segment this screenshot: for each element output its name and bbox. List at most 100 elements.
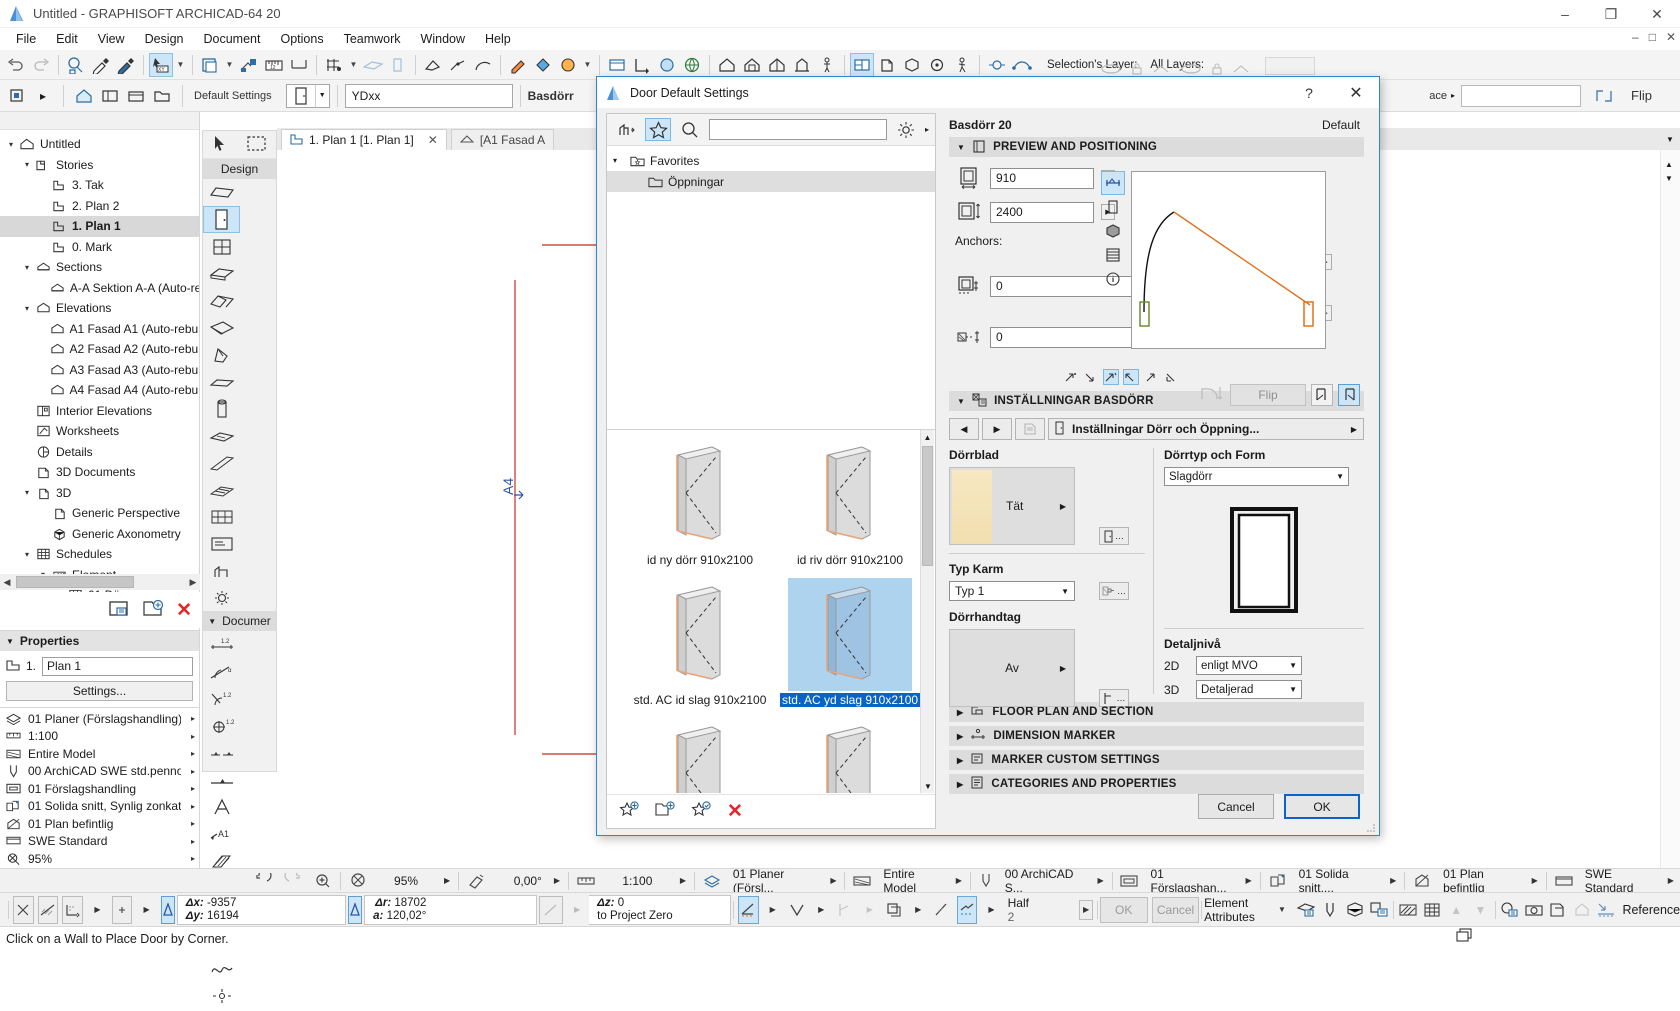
thumbnails-scrollbar[interactable]: ▲ ▼ bbox=[920, 430, 934, 793]
favorites-twisty-icon[interactable]: ▾ bbox=[613, 156, 625, 165]
menu-help[interactable]: Help bbox=[475, 30, 521, 48]
sb-mvo-caret-icon[interactable]: ▶ bbox=[1240, 870, 1258, 892]
angle-bisector-caret-icon[interactable]: ▶ bbox=[811, 896, 831, 924]
axonometry-icon[interactable] bbox=[900, 53, 924, 77]
house-front-icon[interactable] bbox=[715, 53, 739, 77]
doc-minimize-icon[interactable]: – bbox=[1632, 30, 1639, 44]
sb-zoom-in[interactable] bbox=[308, 870, 338, 892]
preview-tab-info-icon[interactable] bbox=[1101, 267, 1125, 291]
nav-tree-item[interactable]: Generic Axonometry bbox=[0, 524, 199, 545]
text-tool-icon[interactable] bbox=[203, 793, 240, 820]
tree-twisty-icon[interactable]: ▾ bbox=[20, 550, 34, 559]
nav-tree-item[interactable]: Generic Perspective bbox=[0, 503, 199, 524]
sb-layer-caret-icon[interactable]: ▶ bbox=[824, 870, 842, 892]
dialog-cancel-button[interactable]: Cancel bbox=[1198, 794, 1274, 819]
mesh-tool-icon[interactable] bbox=[203, 422, 240, 449]
doc-restore-icon[interactable]: □ bbox=[1649, 30, 1656, 44]
wall-tool-icon[interactable] bbox=[203, 179, 240, 206]
mirror-option-6-icon[interactable] bbox=[1163, 369, 1179, 385]
tree-twisty-icon[interactable]: ▾ bbox=[20, 160, 34, 169]
dialog-help-icon[interactable]: ? bbox=[1297, 82, 1321, 104]
3d-view-icon[interactable] bbox=[875, 53, 899, 77]
infobox-expand-icon[interactable]: ▸ bbox=[30, 84, 56, 108]
shell-tool-icon[interactable] bbox=[203, 314, 240, 341]
home-story-status-icon[interactable] bbox=[1572, 896, 1592, 924]
nav-tree-item[interactable]: ▾ Elevations bbox=[0, 298, 199, 319]
dz-value[interactable]: 0 bbox=[618, 897, 624, 909]
property-caret-icon[interactable]: ▸ bbox=[187, 837, 199, 846]
syringe-icon[interactable] bbox=[114, 53, 138, 77]
up-one-story-icon[interactable]: ▲ bbox=[1446, 896, 1466, 924]
dr-value[interactable]: 18702 bbox=[394, 897, 426, 909]
door-width-input[interactable]: 910 bbox=[990, 167, 1094, 189]
nav-scroll-left-icon[interactable]: ◀ bbox=[0, 577, 14, 588]
detaljniva-3d-select[interactable]: Detaljerad ▼ bbox=[1196, 680, 1302, 699]
infobar-value-field[interactable] bbox=[1461, 84, 1582, 107]
dorrblad-more-button[interactable]: … bbox=[1099, 527, 1129, 545]
fill-icon[interactable] bbox=[421, 53, 445, 77]
line-tool-icon[interactable] bbox=[446, 53, 470, 77]
nav-tree-item[interactable]: Interior Elevations bbox=[0, 401, 199, 422]
snap-point-caret-icon[interactable]: ▶ bbox=[87, 896, 107, 924]
undo-icon[interactable] bbox=[4, 53, 28, 77]
dialog-close-icon[interactable]: ✕ bbox=[1341, 82, 1371, 104]
redefine-favorite-icon[interactable] bbox=[691, 800, 711, 823]
nav-tree-item[interactable]: 2. Plan 2 bbox=[0, 196, 199, 217]
favorite-thumbnail[interactable] bbox=[775, 718, 925, 793]
favorite-thumbnail[interactable]: std. AC yd slag 910x2100 bbox=[775, 578, 925, 718]
sb-zoom-value[interactable]: 95% bbox=[374, 870, 438, 892]
building-materials-icon[interactable] bbox=[1296, 896, 1316, 924]
open-view-icon[interactable] bbox=[605, 53, 629, 77]
preview-tab-3d-icon[interactable] bbox=[1101, 219, 1125, 243]
reference-label[interactable]: Reference bbox=[1622, 903, 1680, 917]
element-id-input[interactable]: YDxx bbox=[344, 83, 513, 108]
sb-angle-value[interactable]: 0,00° bbox=[491, 870, 548, 892]
preview-twisty-icon[interactable]: ▼ bbox=[957, 143, 965, 152]
typkarm-more-button[interactable]: … bbox=[1099, 582, 1129, 600]
section-dimension-header[interactable]: ▶ DIMENSION MARKER bbox=[949, 726, 1364, 746]
offset-icon[interactable] bbox=[884, 896, 904, 924]
coordinate-z-box[interactable]: Δz: 0 to Project Zero bbox=[589, 894, 732, 925]
sb-zoom-caret-icon[interactable]: ▶ bbox=[438, 870, 456, 892]
flip-button[interactable]: Flip bbox=[1230, 383, 1306, 406]
magic-wand-icon[interactable] bbox=[932, 896, 952, 924]
minimize-button[interactable]: – bbox=[1542, 0, 1588, 28]
detaljniva-2d-select[interactable]: enligt MVO ▼ bbox=[1196, 656, 1302, 675]
nav-tree-item[interactable]: A1 Fasad A1 (Auto-rebuild bbox=[0, 319, 199, 340]
window-tool-icon[interactable] bbox=[203, 233, 240, 260]
sb-orientation-icon[interactable] bbox=[461, 870, 491, 892]
grouping-dropdown-icon[interactable]: ▼ bbox=[223, 53, 236, 77]
perspective-icon[interactable] bbox=[925, 53, 949, 77]
object-browser-icon[interactable] bbox=[613, 118, 639, 141]
snap-special-icon[interactable] bbox=[111, 895, 133, 924]
nav-tree-item[interactable]: 1. Plan 1 bbox=[0, 216, 199, 237]
align-icon[interactable] bbox=[237, 53, 261, 77]
sb-zoom-out[interactable] bbox=[248, 870, 278, 892]
door-tool-icon[interactable] bbox=[203, 206, 240, 233]
nav-tree-item[interactable]: 3D Documents bbox=[0, 462, 199, 483]
tracker-ok-button[interactable]: OK bbox=[1099, 896, 1148, 923]
preview-tab-list-icon[interactable] bbox=[1101, 243, 1125, 267]
favorite-thumbnail[interactable]: id ny dörr 910x2100 bbox=[625, 438, 775, 578]
property-caret-icon[interactable]: ▸ bbox=[187, 714, 199, 723]
wireframe-icon[interactable] bbox=[1152, 62, 1170, 76]
folder-icon[interactable] bbox=[149, 84, 175, 108]
elevation-person-icon[interactable] bbox=[815, 53, 839, 77]
door-height-input[interactable]: 2400 bbox=[990, 201, 1094, 223]
navigator-hscrollbar[interactable]: ◀ ▶ bbox=[0, 574, 200, 590]
organizer-icon[interactable] bbox=[123, 84, 149, 108]
new-folder-icon[interactable] bbox=[655, 800, 675, 823]
paint-bucket-icon[interactable] bbox=[531, 53, 555, 77]
property-row[interactable]: 95% ▸ bbox=[0, 850, 199, 868]
relative-construction-icon[interactable] bbox=[737, 895, 759, 924]
level-marker-icon[interactable] bbox=[203, 766, 240, 793]
sb-graphic-caret-icon[interactable]: ▶ bbox=[1384, 870, 1402, 892]
property-row[interactable]: Entire Model ▸ bbox=[0, 745, 199, 763]
dorrhandtag-swatch[interactable]: Av ▶ bbox=[949, 629, 1075, 707]
zone-tool-icon[interactable] bbox=[203, 530, 240, 557]
globe-icon[interactable] bbox=[680, 53, 704, 77]
property-caret-icon[interactable]: ▸ bbox=[187, 802, 199, 811]
profiles-icon[interactable] bbox=[1369, 896, 1389, 924]
hotspot-tool-icon[interactable] bbox=[203, 982, 240, 1009]
menu-file[interactable]: File bbox=[6, 30, 46, 48]
